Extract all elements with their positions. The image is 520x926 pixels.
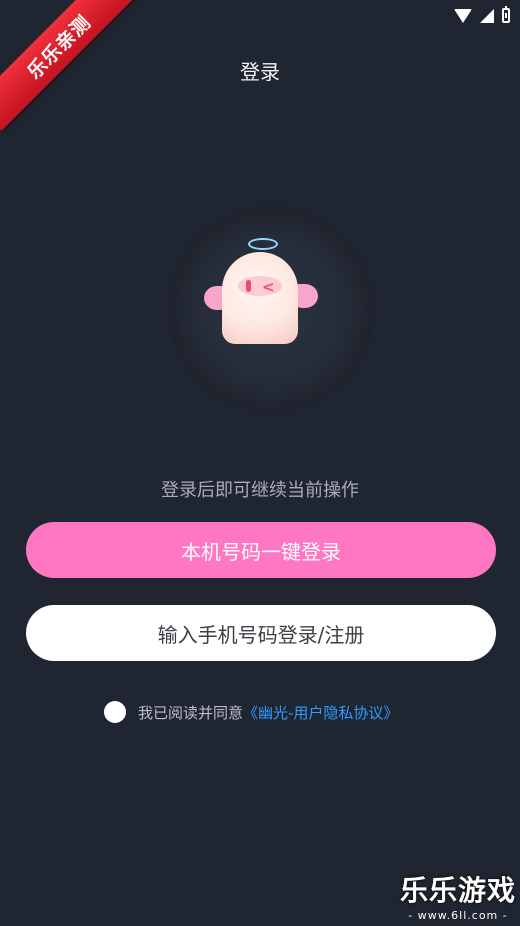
brand-url: - www.6ll.com - xyxy=(408,909,508,922)
ghost-body xyxy=(222,252,298,344)
signal-icon xyxy=(480,8,494,23)
halo-icon xyxy=(248,238,278,250)
ghost-eye-right: < xyxy=(262,278,275,296)
status-icons xyxy=(454,6,510,23)
battery-icon xyxy=(502,6,510,23)
agreement-checkbox[interactable] xyxy=(104,701,126,723)
ghost-blush xyxy=(238,276,282,296)
agreement-row: 我已阅读并同意《幽光-用户隐私协议》 xyxy=(104,701,398,723)
login-hint: 登录后即可继续当前操作 xyxy=(161,480,359,501)
ghost-eye-left xyxy=(246,280,251,292)
wifi-icon xyxy=(454,8,472,23)
agreement-label: 我已阅读并同意《幽光-用户隐私协议》 xyxy=(138,702,398,723)
brand-watermark: 乐乐游戏 - www.6ll.com - xyxy=(400,869,516,922)
one-click-login-button[interactable]: 本机号码一键登录 xyxy=(26,522,496,578)
ghost-mascot: < xyxy=(200,232,330,362)
agreement-text: 我已阅读并同意 xyxy=(138,703,244,722)
privacy-policy-link[interactable]: 《幽光-用户隐私协议》 xyxy=(243,704,398,722)
page-title: 登录 xyxy=(240,60,280,84)
phone-login-register-button[interactable]: 输入手机号码登录/注册 xyxy=(26,605,496,661)
brand-name: 乐乐游戏 xyxy=(399,874,516,907)
